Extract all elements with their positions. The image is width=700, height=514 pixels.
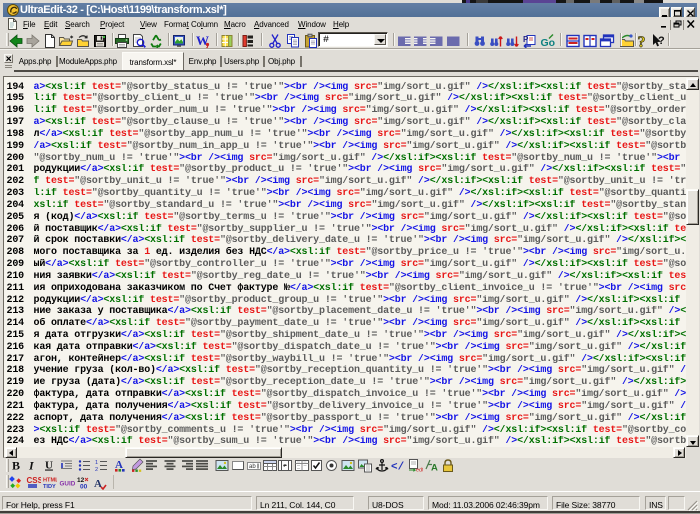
svg-text:U: U bbox=[45, 460, 53, 472]
svg-text:00: 00 bbox=[80, 484, 88, 491]
svg-text:edt: edt bbox=[416, 468, 423, 474]
svg-text:CSS: CSS bbox=[27, 476, 42, 485]
svg-text:</: </ bbox=[391, 462, 405, 474]
svg-text:TIDY: TIDY bbox=[43, 484, 56, 490]
svg-text:I: I bbox=[28, 459, 35, 473]
svg-text:ab: ab bbox=[249, 464, 256, 470]
svg-text:GUID: GUID bbox=[60, 481, 76, 488]
svg-text:A: A bbox=[94, 478, 102, 490]
svg-text:?: ? bbox=[638, 34, 646, 49]
svg-text:2: 2 bbox=[95, 467, 98, 473]
svg-text:A: A bbox=[431, 463, 438, 474]
svg-text:?: ? bbox=[658, 35, 665, 47]
svg-text:P: P bbox=[523, 35, 529, 44]
svg-text:HTML: HTML bbox=[43, 478, 57, 484]
svg-text:B: B bbox=[12, 459, 20, 473]
svg-text:1: 1 bbox=[95, 460, 98, 466]
